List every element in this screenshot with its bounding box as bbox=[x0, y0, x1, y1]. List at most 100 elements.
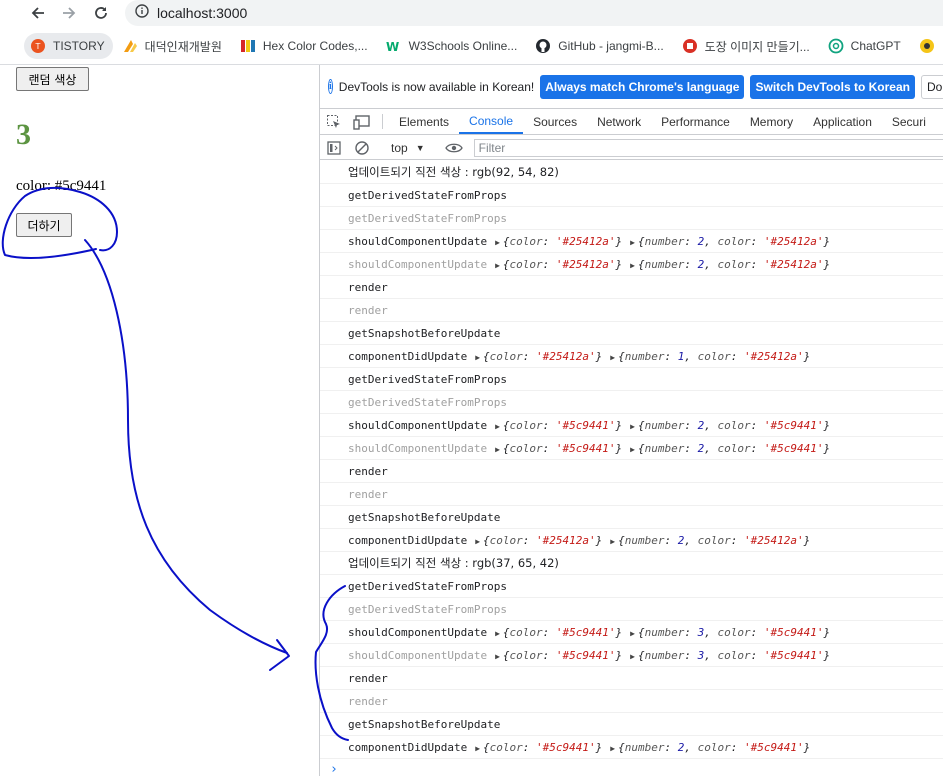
tab-sources[interactable]: Sources bbox=[523, 109, 587, 134]
switch-korean-button[interactable]: Switch DevTools to Korean bbox=[750, 74, 915, 99]
object-preview[interactable]: ▶ {color: '#5c9441'} bbox=[495, 649, 622, 662]
bookmark-item[interactable]: GitHub - jangmi-B... bbox=[526, 33, 672, 59]
object-preview[interactable]: ▶ {number: 2, color: '#25412a'} bbox=[630, 258, 830, 271]
log-text: shouldComponentUpdate bbox=[348, 441, 488, 455]
tab-performance[interactable]: Performance bbox=[651, 109, 740, 134]
log-text: 업데이트되기 직전 색상 : rgb(37, 65, 42) bbox=[348, 556, 559, 570]
object-preview[interactable]: ▶ {color: '#5c9441'} bbox=[475, 741, 602, 754]
console-message: render bbox=[320, 299, 943, 322]
context-selector[interactable]: top ▼ bbox=[385, 141, 431, 155]
match-language-button[interactable]: Always match Chrome's language bbox=[540, 74, 745, 99]
expand-triangle-icon[interactable]: ▶ bbox=[495, 422, 500, 431]
log-text: getSnapshotBeforeUpdate bbox=[348, 326, 501, 340]
object-preview[interactable]: ▶ {number: 1, color: '#25412a'} bbox=[610, 350, 810, 363]
bookmark-item[interactable] bbox=[910, 33, 943, 59]
object-key: number bbox=[644, 441, 685, 455]
number-display: 3 bbox=[16, 118, 31, 151]
random-color-button[interactable]: 랜덤 색상 bbox=[16, 67, 89, 91]
tab-application[interactable]: Application bbox=[803, 109, 882, 134]
expand-triangle-icon[interactable]: ▶ bbox=[495, 629, 500, 638]
object-preview[interactable]: ▶ {color: '#25412a'} bbox=[475, 534, 602, 547]
filter-input[interactable]: Filter bbox=[473, 138, 943, 157]
object-preview[interactable]: ▶ {number: 3, color: '#5c9441'} bbox=[630, 626, 830, 639]
object-preview[interactable]: ▶ {color: '#5c9441'} bbox=[495, 419, 622, 432]
clear-console-icon[interactable] bbox=[348, 140, 376, 155]
site-info-icon[interactable] bbox=[135, 4, 149, 22]
log-text: getSnapshotBeforeUpdate bbox=[348, 510, 501, 524]
object-value: '#5c9441' bbox=[555, 441, 616, 455]
object-value: '#25412a' bbox=[743, 349, 804, 363]
expand-triangle-icon[interactable]: ▶ bbox=[495, 445, 500, 454]
inspect-element-icon[interactable] bbox=[320, 109, 348, 134]
url-text[interactable]: localhost:3000 bbox=[157, 5, 247, 21]
bookmark-item[interactable]: ChatGPT bbox=[819, 33, 910, 59]
device-toolbar-icon[interactable] bbox=[348, 109, 376, 134]
expand-triangle-icon[interactable]: ▶ bbox=[610, 353, 615, 362]
object-preview[interactable]: ▶ {color: '#5c9441'} bbox=[495, 442, 622, 455]
tab-securi[interactable]: Securi bbox=[882, 109, 936, 134]
tab-memory[interactable]: Memory bbox=[740, 109, 803, 134]
object-preview[interactable]: ▶ {number: 2, color: '#25412a'} bbox=[630, 235, 830, 248]
back-icon[interactable] bbox=[27, 2, 49, 24]
object-preview[interactable]: ▶ {color: '#25412a'} bbox=[495, 258, 622, 271]
github-icon bbox=[535, 38, 551, 54]
context-label: top bbox=[391, 140, 408, 155]
console-message: shouldComponentUpdate ▶ {color: '#25412a'}… bbox=[320, 253, 943, 276]
tabbar-divider bbox=[382, 114, 383, 129]
bookmarks-bar: T TISTORY 대덕인재개발원 Hex Color Codes,... W W3Sch… bbox=[0, 32, 943, 60]
forward-icon[interactable] bbox=[58, 2, 80, 24]
console-prompt[interactable]: › bbox=[330, 762, 338, 776]
expand-triangle-icon[interactable]: ▶ bbox=[610, 537, 615, 546]
bookmark-item[interactable]: W W3Schools Online... bbox=[377, 33, 527, 59]
expand-triangle-icon[interactable]: ▶ bbox=[630, 629, 635, 638]
tab-network[interactable]: Network bbox=[587, 109, 651, 134]
object-key: color bbox=[717, 648, 751, 662]
object-value: '#5c9441' bbox=[536, 740, 596, 754]
console-message: render bbox=[320, 460, 943, 483]
object-preview[interactable]: ▶ {color: '#5c9441'} bbox=[495, 626, 622, 639]
sidebar-toggle-icon[interactable] bbox=[320, 140, 348, 155]
eye-icon[interactable] bbox=[440, 142, 468, 154]
expand-triangle-icon[interactable]: ▶ bbox=[495, 238, 500, 247]
expand-triangle-icon[interactable]: ▶ bbox=[495, 261, 500, 270]
address-bar[interactable]: localhost:3000 bbox=[125, 0, 943, 26]
expand-triangle-icon[interactable]: ▶ bbox=[475, 744, 480, 753]
bookmark-item[interactable]: Hex Color Codes,... bbox=[231, 33, 377, 59]
object-key: color bbox=[717, 441, 751, 455]
bookmark-item[interactable]: 도장 이미지 만들기... bbox=[673, 33, 819, 59]
object-preview[interactable]: ▶ {color: '#25412a'} bbox=[475, 350, 602, 363]
object-preview[interactable]: ▶ {number: 2, color: '#5c9441'} bbox=[630, 419, 830, 432]
tab-console[interactable]: Console bbox=[459, 109, 524, 134]
console-message: getDerivedStateFromProps bbox=[320, 207, 943, 230]
object-preview[interactable]: ▶ {color: '#25412a'} bbox=[495, 235, 622, 248]
expand-triangle-icon[interactable]: ▶ bbox=[495, 652, 500, 661]
object-preview[interactable]: ▶ {number: 3, color: '#5c9441'} bbox=[630, 649, 830, 662]
expand-triangle-icon[interactable]: ▶ bbox=[475, 537, 480, 546]
tab-elements[interactable]: Elements bbox=[389, 109, 459, 134]
console-message: render bbox=[320, 690, 943, 713]
expand-triangle-icon[interactable]: ▶ bbox=[630, 422, 635, 431]
infobar-message: DevTools is now available in Korean! bbox=[338, 79, 535, 94]
svg-text:W: W bbox=[386, 40, 399, 54]
add-button[interactable]: 더하기 bbox=[16, 213, 72, 237]
object-preview[interactable]: ▶ {number: 2, color: '#25412a'} bbox=[610, 534, 810, 547]
log-text: shouldComponentUpdate bbox=[348, 648, 488, 662]
expand-triangle-icon[interactable]: ▶ bbox=[610, 744, 615, 753]
dont-show-button[interactable]: Don't sh bbox=[920, 74, 943, 99]
bookmark-label: 대덕인재개발원 bbox=[144, 39, 222, 54]
object-key: color bbox=[509, 648, 543, 662]
expand-triangle-icon[interactable]: ▶ bbox=[630, 261, 635, 270]
expand-triangle-icon[interactable]: ▶ bbox=[630, 652, 635, 661]
object-value: '#25412a' bbox=[743, 533, 804, 547]
log-text: shouldComponentUpdate bbox=[348, 257, 488, 271]
bookmark-item[interactable]: T TISTORY bbox=[24, 33, 113, 59]
expand-triangle-icon[interactable]: ▶ bbox=[475, 353, 480, 362]
console-message: getDerivedStateFromProps bbox=[320, 368, 943, 391]
object-preview[interactable]: ▶ {number: 2, color: '#5c9441'} bbox=[630, 442, 830, 455]
object-preview[interactable]: ▶ {number: 2, color: '#5c9441'} bbox=[610, 741, 810, 754]
expand-triangle-icon[interactable]: ▶ bbox=[630, 238, 635, 247]
object-key: color bbox=[717, 257, 751, 271]
bookmark-item[interactable]: 대덕인재개발원 bbox=[113, 33, 231, 59]
reload-icon[interactable] bbox=[90, 2, 112, 24]
expand-triangle-icon[interactable]: ▶ bbox=[630, 445, 635, 454]
